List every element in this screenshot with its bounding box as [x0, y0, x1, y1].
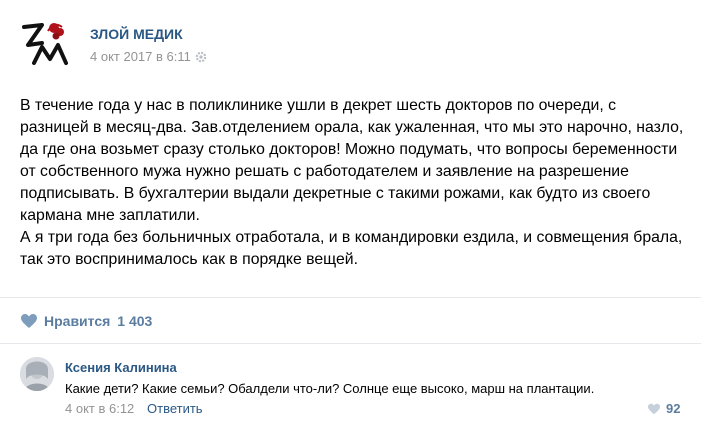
divider: [0, 297, 701, 298]
post-date[interactable]: 4 окт 2017 в 6:11: [90, 49, 191, 64]
heart-icon: [21, 314, 37, 328]
comment-author[interactable]: Ксения Калинина: [65, 360, 177, 375]
logo-icon: [22, 23, 68, 65]
comment-like-button[interactable]: 92: [647, 401, 680, 416]
comment-date[interactable]: 4 окт в 6:12: [65, 401, 134, 416]
like-button[interactable]: Нравится 1 403: [20, 313, 152, 329]
heart-icon: [648, 403, 660, 414]
comment-text: Какие дети? Какие семьи? Обалдели что-ли…: [65, 381, 595, 396]
community-avatar[interactable]: [20, 17, 72, 69]
comment-like-count: 92: [666, 401, 681, 416]
like-count: 1 403: [117, 313, 153, 329]
avatar-icon: [20, 357, 54, 391]
reply-button[interactable]: Ответить: [147, 401, 203, 416]
avatar[interactable]: [20, 357, 54, 391]
like-label: Нравится: [44, 313, 111, 329]
gear-icon[interactable]: [195, 51, 207, 63]
post-author[interactable]: ЗЛОЙ МЕДИК: [90, 26, 183, 42]
divider: [0, 343, 701, 344]
post-date-row: 4 окт 2017 в 6:11: [90, 49, 207, 64]
post-paragraph: В течение года у нас в поликлинике ушли …: [20, 97, 684, 224]
post-paragraph: А я три года без больничных отработала, …: [20, 229, 683, 268]
post-text: В течение года у нас в поликлинике ушли …: [20, 95, 685, 271]
